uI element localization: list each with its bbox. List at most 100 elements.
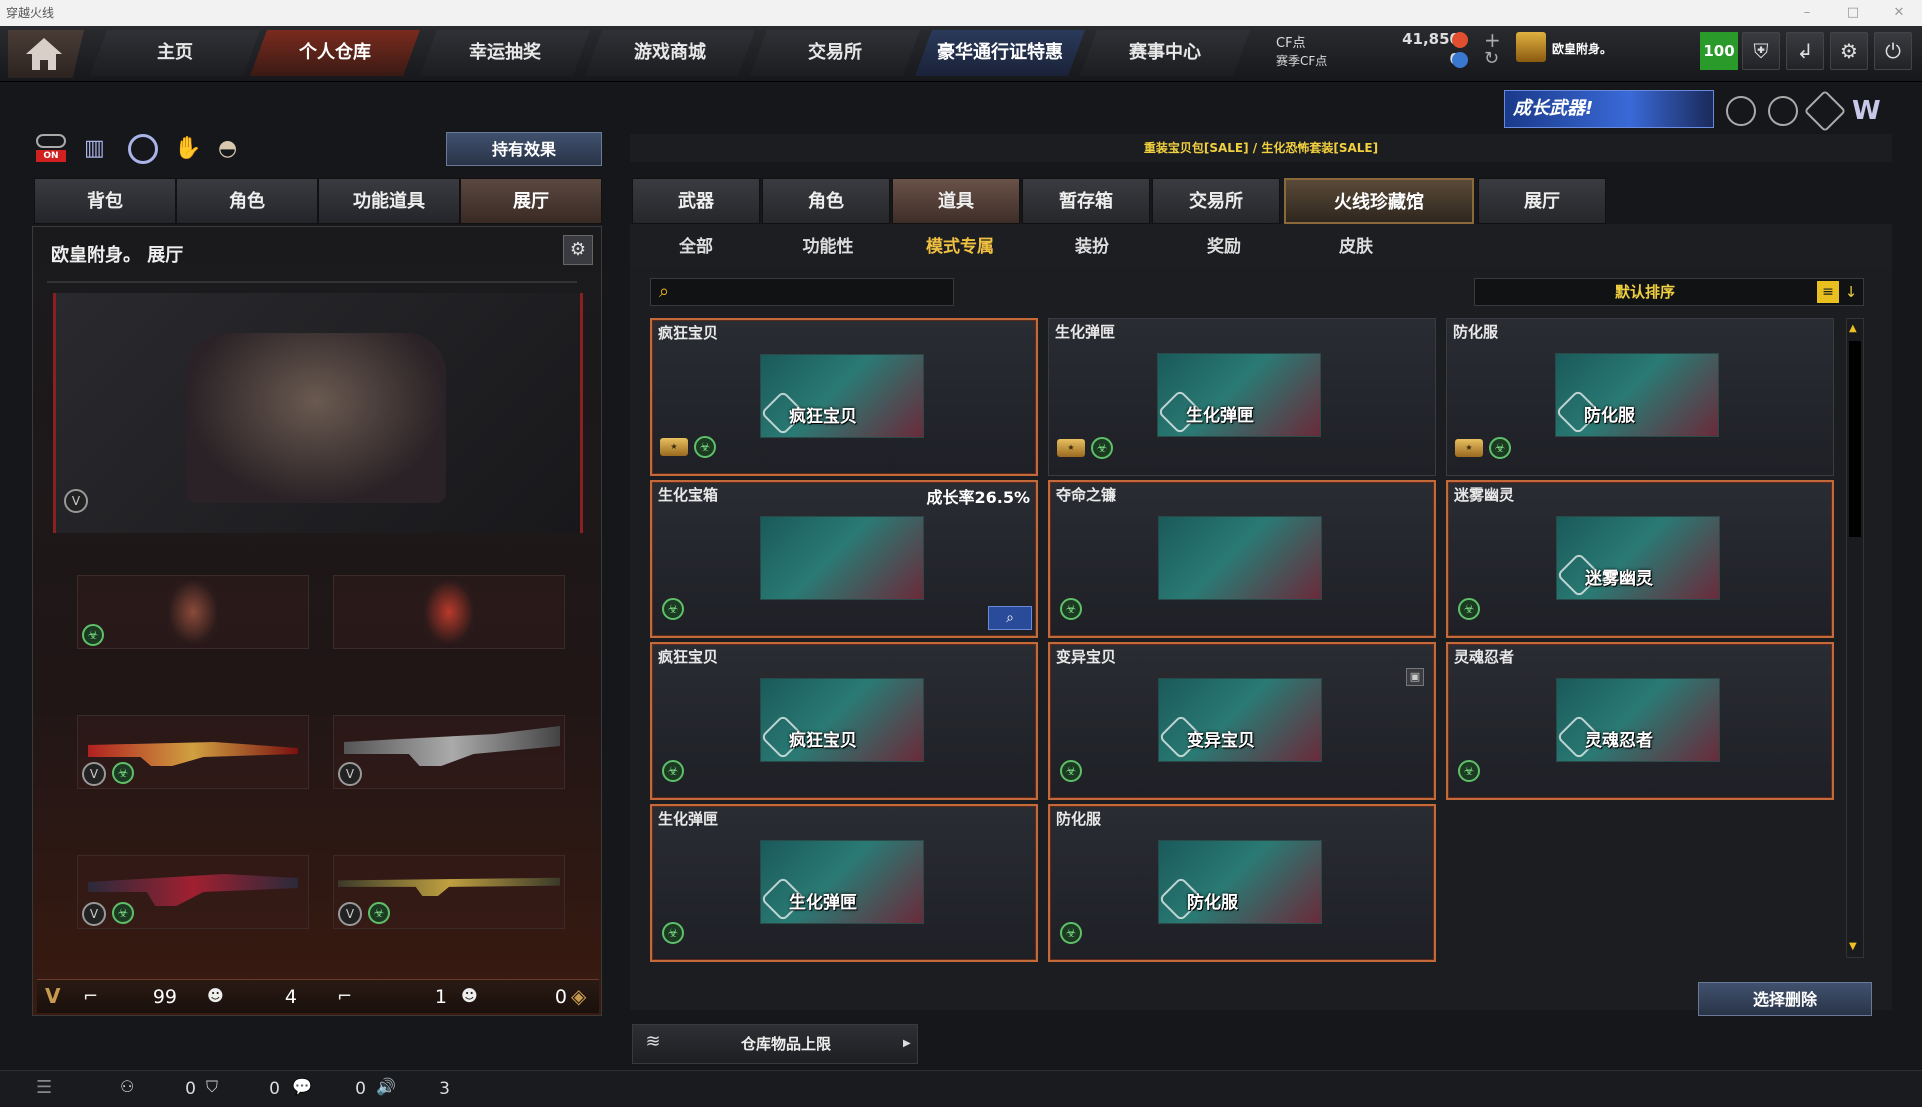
- sale-banner[interactable]: 重装宝贝包[SALE] / 生化恐怖套装[SALE]: [630, 134, 1892, 162]
- pouch-icon[interactable]: ◓: [218, 136, 246, 164]
- storage-limit-bar[interactable]: ≋ 仓库物品上限 ▶: [632, 1024, 918, 1064]
- tab-home[interactable]: 主页: [90, 30, 260, 76]
- top-navigation: 主页 个人仓库 幸运抽奖 游戏商城 交易所 豪华通行证特惠 赛事中心 CF点 赛…: [0, 26, 1922, 82]
- slot-weapon-3[interactable]: V ☣: [77, 855, 309, 929]
- item-image: 变异宝贝: [1158, 678, 1322, 762]
- tab-weapons[interactable]: 武器: [632, 178, 760, 224]
- item-card[interactable]: 疯狂宝贝 疯狂宝贝 ★ ☣: [650, 318, 1038, 476]
- subtab-cosmetic[interactable]: 装扮: [1026, 230, 1158, 264]
- item-card[interactable]: 夺命之镰 ☣: [1048, 480, 1436, 638]
- item-title: 生化弹匣: [658, 810, 719, 828]
- slot-weapon-4[interactable]: V ☣: [333, 855, 565, 929]
- sync-icon[interactable]: [128, 134, 158, 164]
- subtab-all[interactable]: 全部: [630, 230, 762, 264]
- minimize-button[interactable]: –: [1784, 0, 1830, 26]
- growth-weapon-banner[interactable]: 成长武器!: [1504, 90, 1714, 128]
- lock-icon[interactable]: ▣: [1406, 668, 1424, 686]
- power-icon[interactable]: ⏻: [1874, 32, 1912, 70]
- tab-characters[interactable]: 角色: [762, 178, 890, 224]
- item-card[interactable]: 生化弹匣 生化弹匣 ★ ☣: [1048, 318, 1436, 476]
- close-button[interactable]: ✕: [1876, 0, 1922, 26]
- item-image: [1158, 516, 1322, 600]
- item-card[interactable]: 防化服 防化服 ☣: [1048, 804, 1436, 962]
- item-title: 生化弹匣: [1055, 323, 1116, 341]
- v-badge-icon: V: [338, 902, 362, 926]
- expand-arrow-icon[interactable]: ▶: [903, 1025, 915, 1063]
- item-image-label: 疯狂宝贝: [789, 407, 857, 427]
- tab-backpack[interactable]: 背包: [34, 178, 176, 224]
- badge-v-icon[interactable]: [1726, 96, 1756, 126]
- slot-character-2[interactable]: [333, 575, 565, 649]
- gold-badge-icon: ★: [1455, 439, 1483, 457]
- subtab-rewards[interactable]: 奖励: [1158, 230, 1290, 264]
- bio-icon: ☣: [662, 598, 684, 620]
- refresh-icon[interactable]: ↻: [1484, 48, 1499, 69]
- tab-exchange[interactable]: 交易所: [750, 30, 920, 76]
- subtab-skins[interactable]: 皮肤: [1290, 230, 1422, 264]
- globe-icon[interactable]: [1768, 96, 1798, 126]
- scroll-thumb[interactable]: [1849, 341, 1861, 537]
- stats-bar: V ⌐ 99 ☻ 4 ⌐ 1 ☻ 0 ◈: [37, 979, 599, 1013]
- items-scrollbar[interactable]: ▲ ▼: [1846, 318, 1864, 958]
- maximize-button[interactable]: □: [1830, 0, 1876, 26]
- item-card[interactable]: 灵魂忍者 灵魂忍者 ☣: [1446, 642, 1834, 800]
- select-delete-button[interactable]: 选择删除: [1698, 982, 1872, 1016]
- tab-event-center[interactable]: 赛事中心: [1080, 30, 1250, 76]
- tab-lucky-draw[interactable]: 幸运抽奖: [420, 30, 590, 76]
- settings-gear-icon[interactable]: ⚙: [563, 235, 593, 265]
- character-display[interactable]: V: [53, 293, 583, 533]
- hand-icon[interactable]: ✋: [174, 136, 202, 164]
- tab-showroom[interactable]: 展厅: [460, 178, 602, 224]
- emblem-icon[interactable]: [1803, 89, 1847, 133]
- toggle-on-icon[interactable]: ON: [36, 134, 70, 164]
- tab-game-mall[interactable]: 游戏商城: [585, 30, 755, 76]
- subtab-functional[interactable]: 功能性: [762, 230, 894, 264]
- sort-arrow-icon[interactable]: ↓: [1841, 281, 1861, 303]
- speaker-icon[interactable]: 🔊: [376, 1077, 396, 1096]
- item-image: 疯狂宝贝: [760, 678, 924, 762]
- search-box[interactable]: ⌕: [650, 278, 954, 306]
- slot-character-1[interactable]: ☣: [77, 575, 309, 649]
- shield-icon[interactable]: ⛨: [1742, 32, 1780, 70]
- slot-weapon-2[interactable]: V: [333, 715, 565, 789]
- search-input[interactable]: [683, 281, 949, 303]
- scroll-up-icon[interactable]: ▲: [1849, 323, 1857, 334]
- friends-icon[interactable]: ⚇: [120, 1077, 134, 1096]
- item-card[interactable]: 防化服 防化服 ★ ☣: [1446, 318, 1834, 476]
- tab-character[interactable]: 角色: [176, 178, 318, 224]
- tab-personal-storage[interactable]: 个人仓库: [250, 30, 420, 76]
- tab-temp-storage[interactable]: 暂存箱: [1022, 178, 1150, 224]
- item-card[interactable]: 生化弹匣 生化弹匣 ☣: [650, 804, 1038, 962]
- list-icon[interactable]: ☰: [36, 1077, 52, 1098]
- chat-icon[interactable]: 💬: [292, 1077, 312, 1096]
- item-image-label: 防化服: [1584, 406, 1635, 426]
- menu-icon[interactable]: ≡: [1817, 281, 1839, 303]
- bio-icon: ☣: [368, 902, 390, 924]
- tab-right-showroom[interactable]: 展厅: [1478, 178, 1606, 224]
- tab-trading[interactable]: 交易所: [1152, 178, 1280, 224]
- chart-icon[interactable]: ▥: [84, 136, 112, 162]
- friends-count: 0: [185, 1079, 196, 1099]
- tab-items[interactable]: 道具: [892, 178, 1020, 224]
- gear-icon[interactable]: ⚙: [1830, 32, 1868, 70]
- cf-value: 41,850: [1402, 30, 1460, 48]
- item-card[interactable]: 生化宝箱 成长率26.5% ☣ ⌕: [650, 480, 1038, 638]
- item-image-label: 防化服: [1187, 893, 1238, 913]
- subtab-mode-exclusive[interactable]: 模式专属: [894, 230, 1026, 264]
- zoom-icon[interactable]: ⌕: [988, 606, 1032, 630]
- tab-collection-hall[interactable]: 火线珍藏馆: [1284, 178, 1474, 224]
- item-card[interactable]: 迷雾幽灵 迷雾幽灵 ☣: [1446, 480, 1834, 638]
- slot-weapon-1[interactable]: V ☣: [77, 715, 309, 789]
- scroll-down-icon[interactable]: ▼: [1849, 941, 1857, 952]
- item-card[interactable]: 疯狂宝贝 疯狂宝贝 ☣: [650, 642, 1038, 800]
- home-button[interactable]: [8, 30, 84, 78]
- effect-button[interactable]: 持有效果: [446, 132, 602, 166]
- tab-function-items[interactable]: 功能道具: [318, 178, 460, 224]
- item-card[interactable]: 变异宝贝 变异宝贝 ☣ ▣: [1048, 642, 1436, 800]
- return-icon[interactable]: ↲: [1786, 32, 1824, 70]
- sort-dropdown[interactable]: 默认排序 ≡ ↓: [1474, 278, 1864, 306]
- tab-deluxe-pass[interactable]: 豪华通行证特惠: [915, 30, 1085, 76]
- w-logo-icon[interactable]: W: [1852, 96, 1886, 126]
- rank-badge-icon: [1516, 32, 1546, 62]
- clan-shield-icon[interactable]: ⛉: [206, 1077, 218, 1097]
